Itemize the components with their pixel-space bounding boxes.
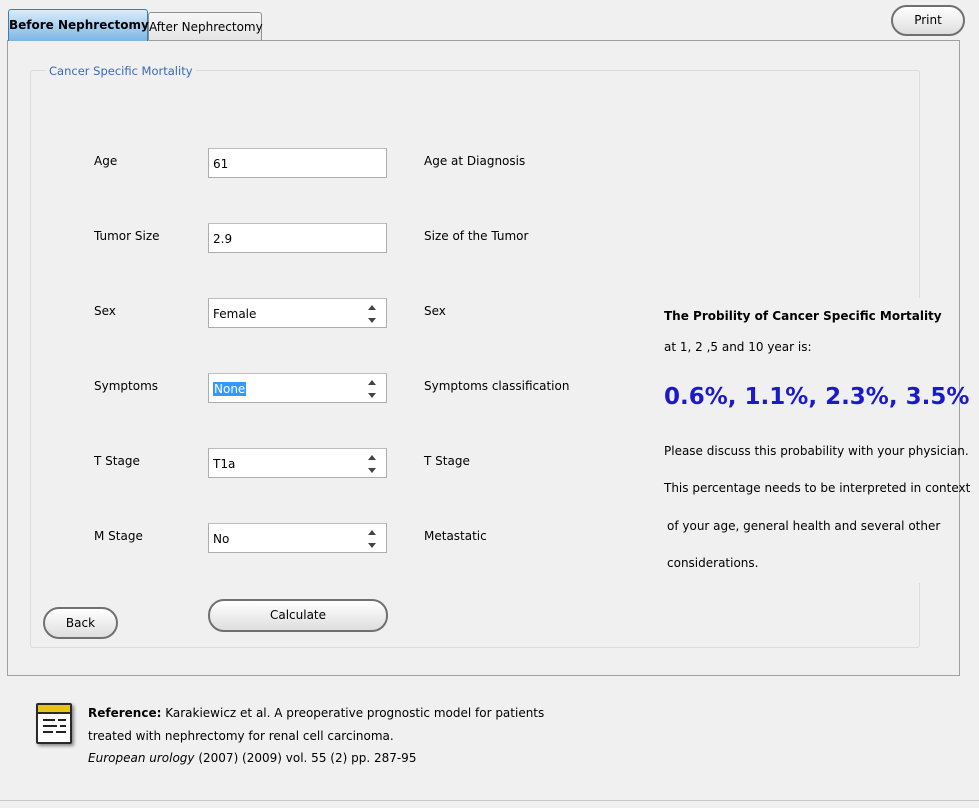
tab-after-nephrectomy[interactable]: After Nephrectomy (148, 12, 263, 41)
result-note-4: considerations. (667, 556, 759, 570)
m-stage-label: M Stage (94, 529, 143, 543)
m-stage-value: No (213, 532, 230, 546)
spinner-arrows-icon[interactable] (368, 305, 376, 323)
sex-label: Sex (94, 304, 116, 318)
tumor-size-input[interactable]: 2.9 (208, 223, 387, 253)
sex-description: Sex (424, 304, 446, 318)
symptoms-value: None (213, 382, 247, 396)
t-stage-value: T1a (213, 457, 236, 471)
sex-value: Female (213, 307, 257, 321)
reference-text-3: (2007) (2009) vol. 55 (2) pp. 287-95 (198, 751, 417, 765)
result-note-1: Please discuss this probability with you… (664, 444, 969, 458)
print-button[interactable]: Print (891, 5, 965, 36)
age-label: Age (94, 154, 118, 168)
reference-label: Reference: (88, 706, 162, 720)
age-description: Age at Diagnosis (424, 154, 526, 168)
symptoms-label: Symptoms (94, 379, 159, 393)
result-title: The Probility of Cancer Specific Mortali… (664, 309, 942, 323)
spinner-arrows-icon[interactable] (368, 380, 376, 398)
t-stage-spinner[interactable]: T1a (208, 448, 387, 478)
t-stage-description: T Stage (424, 454, 470, 468)
group-title: Cancer Specific Mortality (46, 64, 196, 78)
symptoms-spinner[interactable]: None (208, 373, 387, 403)
tumor-size-description: Size of the Tumor (424, 229, 529, 243)
reference-line-1: Reference: Karakiewicz et al. A preopera… (88, 706, 544, 720)
spinner-arrows-icon[interactable] (368, 455, 376, 473)
divider (0, 800, 979, 801)
t-stage-label: T Stage (94, 454, 140, 468)
sex-spinner[interactable]: Female (208, 298, 387, 328)
age-input[interactable]: 61 (208, 148, 387, 178)
document-icon (36, 703, 72, 744)
back-button[interactable]: Back (43, 607, 118, 639)
tumor-size-label: Tumor Size (94, 229, 160, 243)
spinner-arrows-icon[interactable] (368, 530, 376, 548)
result-note-2: This percentage needs to be interpreted … (664, 481, 971, 495)
m-stage-spinner[interactable]: No (208, 523, 387, 553)
result-subtitle: at 1, 2 ,5 and 10 year is: (664, 340, 812, 354)
calculate-button[interactable]: Calculate (208, 599, 388, 632)
reference-text-2: treated with nephrectomy for renal cell … (88, 729, 394, 743)
reference-journal: European urology (88, 751, 195, 765)
symptoms-description: Symptoms classification (424, 379, 570, 393)
m-stage-description: Metastatic (424, 529, 487, 543)
result-value: 0.6%, 1.1%, 2.3%, 3.5% (664, 384, 970, 410)
reference-line-3: European urology (2007) (2009) vol. 55 (… (88, 751, 416, 765)
result-note-3: of your age, general health and several … (667, 519, 941, 533)
reference-text-1: Karakiewicz et al. A preoperative progno… (165, 706, 545, 720)
tab-before-nephrectomy[interactable]: Before Nephrectomy (8, 9, 149, 41)
